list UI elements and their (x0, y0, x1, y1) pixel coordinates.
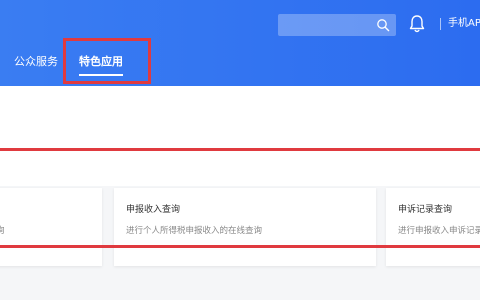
notification-bell-icon[interactable] (408, 14, 426, 34)
service-card-appeal-query[interactable]: 申诉记录查询 进行申报收入申诉记录 (386, 188, 480, 266)
search-icon[interactable] (376, 18, 390, 32)
mobile-app-link[interactable]: 手机APP (448, 16, 480, 32)
card-description: 进行个人所得税申报收入的在线查询 (126, 226, 263, 236)
tab-public-services[interactable]: 公众服务 (14, 54, 58, 70)
card-title: 申诉记录查询 (398, 205, 453, 215)
search-box[interactable] (278, 14, 396, 36)
service-card-partial[interactable]: 询 (0, 188, 102, 266)
tab-featured-apps[interactable]: 特色应用 (79, 54, 123, 70)
active-tab-underline (79, 74, 123, 76)
header-divider (440, 18, 441, 30)
card-description: 询 (0, 226, 5, 236)
card-description: 进行申报收入申诉记录 (398, 226, 480, 236)
card-title: 申报收入查询 (126, 205, 181, 215)
top-header-bar: 手机APP 公众服务 特色应用 (0, 0, 480, 86)
content-header-area (0, 86, 480, 186)
search-input[interactable] (278, 14, 380, 36)
service-card-income-query[interactable]: 申报收入查询 进行个人所得税申报收入的在线查询 (114, 188, 376, 266)
